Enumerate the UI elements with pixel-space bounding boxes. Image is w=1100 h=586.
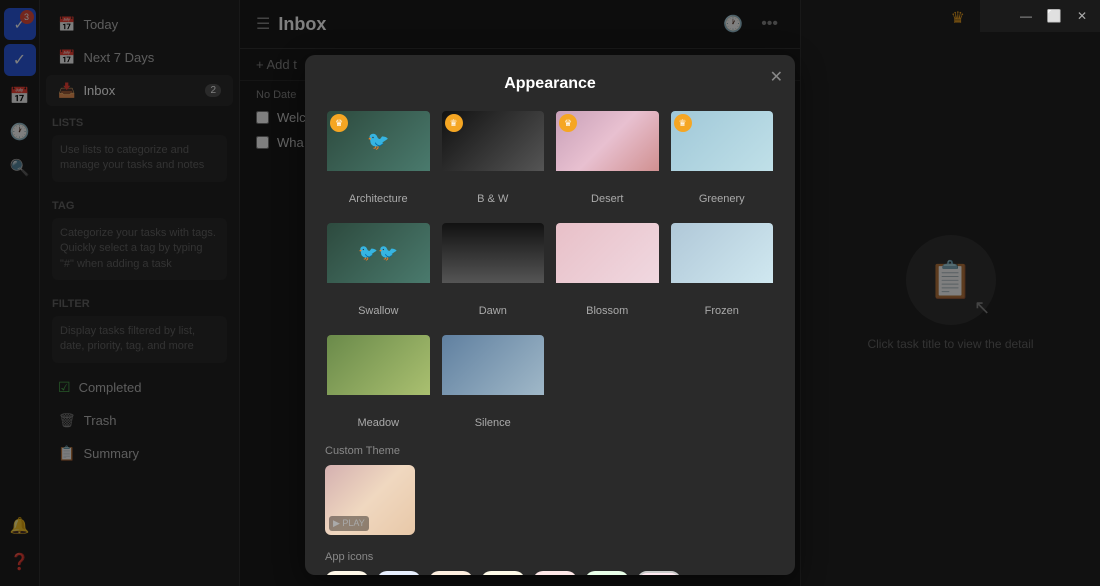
theme-swallow[interactable]: 🐦🐦 Swallow — [325, 221, 432, 317]
theme-blossom[interactable]: Blossom — [554, 221, 661, 317]
theme-name-dawn: Dawn — [479, 305, 507, 317]
theme-grid-2: 🐦🐦 Swallow Dawn Blossom — [325, 221, 775, 317]
theme-silence[interactable]: Silence — [440, 333, 547, 429]
maximize-button[interactable]: ⬜ — [1040, 5, 1068, 27]
custom-theme-section: Custom Theme ▶ PLAY — [325, 445, 775, 535]
custom-theme-thumbnail[interactable]: ▶ PLAY — [325, 465, 415, 535]
theme-name-architecture: Architecture — [349, 193, 408, 205]
app-icon-3[interactable]: ✅ — [429, 571, 473, 575]
theme-meadow[interactable]: Meadow — [325, 333, 432, 429]
theme-architecture[interactable]: ♛ 🐦 Architecture — [325, 109, 432, 205]
theme-bw[interactable]: ♛ B & W — [440, 109, 547, 205]
close-button[interactable]: ✕ — [1068, 5, 1096, 27]
custom-theme-label: Custom Theme — [325, 445, 775, 457]
theme-name-blossom: Blossom — [586, 305, 628, 317]
modal-title: Appearance — [325, 75, 775, 93]
theme-name-bw: B & W — [477, 193, 508, 205]
theme-grid: ♛ 🐦 Architecture ♛ B & W ♛ — [325, 109, 775, 205]
theme-desert[interactable]: ♛ Desert — [554, 109, 661, 205]
theme-thumb-blossom — [554, 221, 661, 301]
premium-badge-desert: ♛ — [559, 114, 577, 132]
app-icon-2[interactable]: ✅ — [377, 571, 421, 575]
minimize-button[interactable]: — — [1012, 5, 1040, 27]
theme-frozen[interactable]: Frozen — [669, 221, 776, 317]
theme-dawn[interactable]: Dawn — [440, 221, 547, 317]
theme-thumb-frozen — [669, 221, 776, 301]
theme-thumb-swallow: 🐦🐦 — [325, 221, 432, 301]
theme-name-silence: Silence — [475, 417, 511, 429]
app-icon-7-selected[interactable]: ✅ ✓ — [637, 571, 681, 575]
theme-name-meadow: Meadow — [357, 417, 399, 429]
premium-badge-bw: ♛ — [445, 114, 463, 132]
theme-greenery[interactable]: ♛ Greenery — [669, 109, 776, 205]
modal-overlay: Appearance ✕ ♛ 🐦 Architecture ♛ B & W — [0, 0, 1100, 586]
theme-thumb-meadow — [325, 333, 432, 413]
theme-name-desert: Desert — [591, 193, 623, 205]
app-icon-4[interactable]: ✅ — [481, 571, 525, 575]
titlebar: — ⬜ ✕ — [980, 0, 1100, 32]
theme-thumb-dawn — [440, 221, 547, 301]
theme-thumb-silence — [440, 333, 547, 413]
theme-thumb-bw: ♛ — [440, 109, 547, 189]
app-icon-5[interactable]: ✅ — [533, 571, 577, 575]
modal-close-button[interactable]: ✕ — [770, 67, 783, 87]
app-icon-1[interactable]: ✅ — [325, 571, 369, 575]
theme-thumb-architecture: ♛ 🐦 — [325, 109, 432, 189]
theme-name-swallow: Swallow — [358, 305, 398, 317]
app-icons-label: App icons — [325, 551, 775, 563]
theme-name-frozen: Frozen — [705, 305, 739, 317]
theme-thumb-greenery: ♛ — [669, 109, 776, 189]
premium-badge-greenery: ♛ — [674, 114, 692, 132]
theme-name-greenery: Greenery — [699, 193, 745, 205]
appearance-modal: Appearance ✕ ♛ 🐦 Architecture ♛ B & W — [305, 55, 795, 575]
app-icons-grid: ✅ ✅ ✅ ✅ ✅ ✅ — [325, 571, 775, 575]
premium-badge-arch: ♛ — [330, 114, 348, 132]
theme-grid-3: Meadow Silence — [325, 333, 775, 429]
app-icons-section: App icons ✅ ✅ ✅ ✅ — [325, 551, 775, 575]
app-icon-6[interactable]: ✅ — [585, 571, 629, 575]
theme-thumb-desert: ♛ — [554, 109, 661, 189]
